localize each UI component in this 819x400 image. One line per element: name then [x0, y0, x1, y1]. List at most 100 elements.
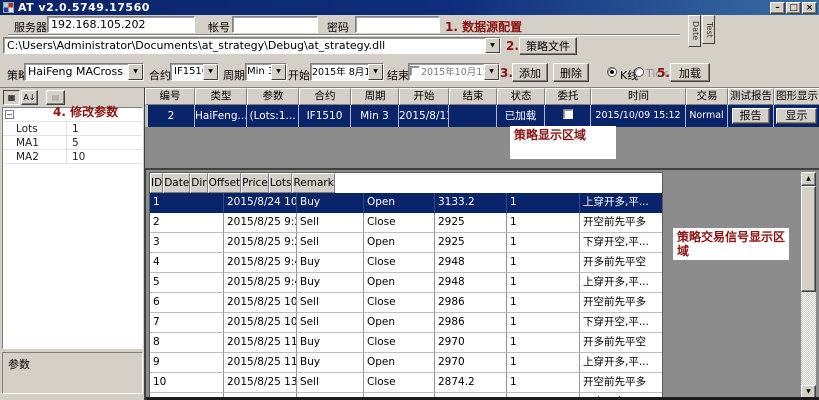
- table-row[interactable]: 8 2015/8/25 11:03 Buy Close 2970 1 开多前先平…: [150, 333, 662, 353]
- table-row[interactable]: 11 2015/8/25 13:39 Sell Open 2874.2 1 下穿…: [150, 393, 662, 400]
- strategy-file-button[interactable]: 策略文件: [519, 37, 577, 55]
- header-cell[interactable]: 编号: [145, 88, 195, 105]
- header-cell[interactable]: 结束: [449, 88, 497, 105]
- header-cell[interactable]: 状态: [497, 88, 545, 105]
- cell-end: [449, 105, 497, 127]
- header-cell[interactable]: 合约: [299, 88, 351, 105]
- parameter-row[interactable]: Lots 1: [3, 122, 142, 136]
- table-row[interactable]: 4 2015/8/25 9:42 Buy Close 2948 1 开多前先平空: [150, 253, 662, 273]
- password-label: 密码: [327, 19, 349, 35]
- entrust-checkbox[interactable]: [563, 109, 573, 119]
- period-combobox[interactable]: Min 3 ▼: [245, 63, 287, 81]
- header-cell[interactable]: Price: [241, 173, 269, 193]
- header-cell[interactable]: 开始: [399, 88, 449, 105]
- password-input[interactable]: [355, 16, 440, 33]
- annotation-add-num: 3.: [500, 66, 513, 80]
- tick-radio[interactable]: [634, 67, 644, 77]
- dll-path-combobox[interactable]: C:\Users\Administrator\Documents\at_stra…: [3, 37, 501, 54]
- table-row[interactable]: 5 2015/8/25 9:42 Buy Open 2948 1 上穿开多,平.…: [150, 273, 662, 293]
- cell-date: 2015/8/25 11:03: [224, 333, 297, 353]
- table-row[interactable]: 10 2015/8/25 13:39 Sell Close 2874.2 1 开…: [150, 373, 662, 393]
- table-row[interactable]: 1 2015/8/24 10:06 Buy Open 3133.2 1 上穿开多…: [150, 193, 662, 213]
- header-cell[interactable]: 类型: [195, 88, 247, 105]
- end-date-checkbox[interactable]: [410, 66, 420, 76]
- parameter-rows: Lots 1 MA1 5 MA2 10: [3, 122, 142, 164]
- cell-remark: 上穿开多,平...: [580, 353, 662, 373]
- kline-radio[interactable]: [607, 67, 617, 77]
- end-date-picker[interactable]: 2015年10月11日 ▼: [408, 63, 500, 81]
- server-input[interactable]: [47, 16, 195, 33]
- chevron-down-icon[interactable]: ▼: [203, 64, 218, 80]
- header-cell[interactable]: 测试报告: [728, 88, 774, 105]
- collapse-icon[interactable]: −: [5, 110, 14, 119]
- close-button[interactable]: ×: [802, 2, 817, 14]
- cell-remark: 开多前先平空: [580, 253, 662, 273]
- table-row[interactable]: 9 2015/8/25 11:03 Buy Open 2970 1 上穿开多,平…: [150, 353, 662, 373]
- separator-line: [8, 34, 680, 36]
- tab-date[interactable]: Date: [688, 15, 701, 47]
- parameter-name: Lots: [3, 122, 67, 135]
- vertical-scrollbar[interactable]: ▲ ▼: [801, 172, 816, 399]
- strategy-table-row[interactable]: 2 HaiFeng... (Lots:1... IF1510 Min 3 201…: [145, 105, 819, 127]
- add-button[interactable]: 添加: [512, 63, 548, 82]
- dll-path-value: C:\Users\Administrator\Documents\at_stra…: [4, 38, 485, 53]
- cell-no: 2: [148, 105, 195, 127]
- annotation-strategy-area: 策略显示区域: [510, 126, 616, 159]
- table-row[interactable]: 3 2015/8/25 9:21 Sell Open 2925 1 下穿开空,平…: [150, 233, 662, 253]
- chevron-down-icon[interactable]: ▼: [484, 64, 499, 80]
- table-row[interactable]: 7 2015/8/25 10:57 Sell Open 2986 1 下穿开空,…: [150, 313, 662, 333]
- load-button[interactable]: 加载: [670, 63, 710, 82]
- parameter-value[interactable]: 5: [67, 136, 142, 149]
- scroll-down-icon[interactable]: ▼: [801, 385, 816, 399]
- cell-id: 10: [150, 373, 224, 393]
- display-button[interactable]: 显示: [776, 108, 817, 124]
- header-cell[interactable]: 时间: [591, 88, 686, 105]
- tab-test[interactable]: Test: [702, 15, 715, 44]
- maximize-button[interactable]: □: [786, 2, 801, 14]
- scroll-up-icon[interactable]: ▲: [801, 172, 816, 186]
- contract-combobox[interactable]: IF1510 ▼: [170, 63, 219, 81]
- parameter-row[interactable]: MA1 5: [3, 136, 142, 150]
- chevron-down-icon[interactable]: ▼: [128, 64, 143, 80]
- sort-az-icon[interactable]: A↓: [21, 90, 38, 105]
- signal-display-area: IDDateDirOffsetPriceLotsRemark 1 2015/8/…: [145, 168, 819, 400]
- table-row[interactable]: 6 2015/8/25 10:57 Sell Close 2986 1 开空前先…: [150, 293, 662, 313]
- cell-entrust: [545, 105, 591, 127]
- chevron-down-icon[interactable]: ▼: [271, 64, 286, 80]
- scrollbar-thumb[interactable]: [801, 186, 816, 292]
- strategy-combobox[interactable]: HaiFeng MACross ▼: [24, 63, 144, 81]
- chevron-down-icon[interactable]: ▼: [368, 64, 383, 80]
- titlebar[interactable]: AT v2.0.5749.17560 – □ ×: [0, 0, 819, 15]
- header-cell[interactable]: 参数: [247, 88, 299, 105]
- report-button[interactable]: 报告: [732, 108, 770, 124]
- cell-id: 3: [150, 233, 224, 253]
- header-cell[interactable]: Dir: [190, 173, 207, 193]
- chevron-down-icon[interactable]: ▼: [485, 38, 500, 53]
- cell-offset: Close: [364, 253, 435, 273]
- header-cell[interactable]: Offset: [208, 173, 242, 193]
- app-icon: [3, 2, 14, 13]
- start-date-picker[interactable]: 2015年 8月11日 ▼: [310, 63, 384, 81]
- header-cell[interactable]: 委托: [545, 88, 591, 105]
- header-cell[interactable]: Lots: [269, 173, 293, 193]
- delete-button[interactable]: 删除: [553, 63, 589, 82]
- header-cell[interactable]: 周期: [351, 88, 399, 105]
- cell-price: 2948: [435, 273, 507, 293]
- contract-value: IF1510: [171, 64, 203, 80]
- header-cell[interactable]: Date: [163, 173, 190, 193]
- cell-id: 11: [150, 393, 224, 400]
- parameter-row[interactable]: MA2 10: [3, 150, 142, 164]
- parameter-value[interactable]: 1: [67, 122, 142, 135]
- header-cell[interactable]: ID: [150, 173, 163, 193]
- header-cell[interactable]: 交易: [686, 88, 728, 105]
- account-label: 帐号: [208, 19, 230, 35]
- minimize-button[interactable]: –: [770, 2, 785, 14]
- header-cell[interactable]: Remark: [292, 173, 334, 193]
- parameter-value[interactable]: 10: [67, 150, 142, 163]
- strategy-display-area: 编号类型参数合约周期开始结束状态委托时间交易测试报告图形显示 2 HaiFeng…: [145, 88, 819, 168]
- account-input[interactable]: [232, 16, 318, 33]
- table-row[interactable]: 2 2015/8/25 9:21 Sell Close 2925 1 开空前先平…: [150, 213, 662, 233]
- header-cell[interactable]: 图形显示: [774, 88, 819, 105]
- categorized-icon[interactable]: ▦: [3, 90, 20, 105]
- cell-dir: Buy: [297, 273, 364, 293]
